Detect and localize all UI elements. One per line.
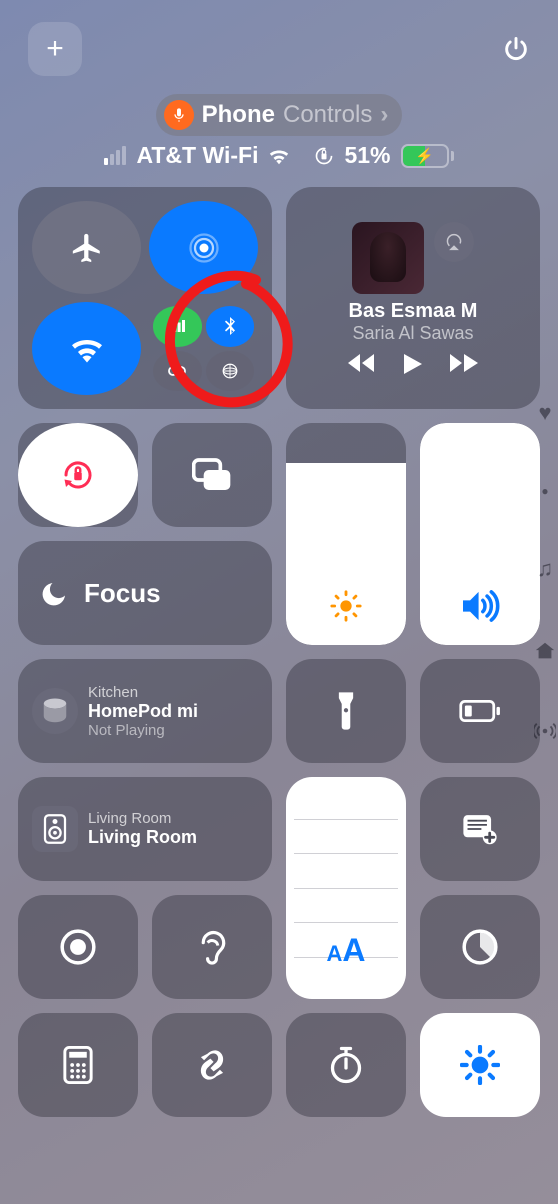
dot-icon: ●: [541, 484, 548, 498]
plus-icon: +: [46, 32, 64, 66]
timer-icon: [461, 928, 499, 966]
text-size-button[interactable]: AA: [286, 777, 406, 999]
calculator-button[interactable]: [18, 1013, 138, 1117]
power-icon: [502, 35, 530, 63]
focus-button[interactable]: Focus: [18, 541, 272, 645]
flashlight-button[interactable]: [286, 659, 406, 763]
battery-icon: ⚡: [401, 144, 454, 168]
appearance-button[interactable]: [420, 1013, 540, 1117]
mirroring-icon: [192, 458, 232, 492]
chevron-right-icon: ›: [380, 101, 388, 129]
speaker-location: Living Room: [88, 810, 197, 827]
media-artist: Saria Al Sawas: [352, 323, 473, 344]
pill-label-sub: Controls: [283, 101, 372, 129]
pill-label-main: Phone: [202, 101, 275, 129]
prev-button[interactable]: [348, 354, 376, 374]
add-control-button[interactable]: +: [28, 22, 82, 76]
shazam-button[interactable]: [152, 1013, 272, 1117]
home-icon: [534, 640, 556, 662]
flashlight-icon: [336, 692, 356, 730]
homepod-module[interactable]: Kitchen HomePod mi Not Playing: [18, 659, 272, 763]
record-icon: [59, 928, 97, 966]
airplay-icon: [444, 233, 464, 251]
lock-rotation-icon: [314, 146, 334, 166]
hotspot-icon: [153, 351, 202, 392]
music-icon: ♫: [537, 556, 554, 582]
sun-icon: [460, 1045, 500, 1085]
orientation-lock-button[interactable]: [18, 423, 138, 527]
wifi-button[interactable]: [32, 302, 141, 395]
quick-note-button[interactable]: [420, 777, 540, 881]
calculator-icon: [63, 1046, 93, 1084]
speaker-icon: [32, 806, 78, 852]
power-button[interactable]: [502, 35, 530, 63]
shazam-icon: [193, 1046, 231, 1084]
mic-icon: [164, 100, 194, 130]
homepod-status: Not Playing: [88, 722, 198, 739]
screen-record-button[interactable]: [18, 895, 138, 999]
signal-icon: [104, 146, 126, 165]
next-button[interactable]: [450, 354, 478, 374]
brightness-slider[interactable]: [286, 423, 406, 645]
screen-mirroring-button[interactable]: [152, 423, 272, 527]
dynamic-island-pill[interactable]: Phone Controls ›: [156, 94, 403, 136]
battery-pct: 51%: [344, 142, 390, 169]
sun-icon: [329, 589, 363, 623]
wifi-status-icon: [268, 147, 290, 165]
airdrop-icon: [186, 230, 222, 266]
hearing-icon: [197, 928, 227, 966]
page-indicator[interactable]: ♥ ● ♫: [534, 400, 556, 742]
focus-label: Focus: [84, 578, 161, 609]
speaker-name: Living Room: [88, 827, 197, 848]
stopwatch-icon: [328, 1045, 364, 1085]
album-art: [352, 222, 424, 294]
satellite-icon: [206, 351, 255, 392]
text-size-icon: AA: [327, 932, 366, 969]
connectivity-module[interactable]: [18, 187, 272, 409]
airplane-mode-button[interactable]: [32, 201, 141, 294]
moon-icon: [40, 578, 70, 608]
low-power-button[interactable]: [420, 659, 540, 763]
status-bar: AT&T Wi-Fi 51% ⚡: [0, 142, 558, 169]
play-button[interactable]: [404, 354, 422, 374]
battery-icon: [459, 700, 501, 722]
airplay-button[interactable]: [434, 222, 474, 262]
hearing-button[interactable]: [152, 895, 272, 999]
broadcast-icon: [534, 720, 556, 742]
timer-button[interactable]: [420, 895, 540, 999]
heart-icon: ♥: [538, 400, 551, 426]
quick-note-icon: [462, 813, 498, 845]
carrier-label: AT&T Wi-Fi: [136, 142, 258, 169]
lock-rotation-icon: [60, 457, 96, 493]
homepod-name: HomePod mi: [88, 701, 198, 722]
stopwatch-button[interactable]: [286, 1013, 406, 1117]
wifi-icon: [69, 334, 105, 364]
cellular-icon: [153, 306, 202, 347]
volume-slider[interactable]: [420, 423, 540, 645]
homepod-location: Kitchen: [88, 684, 198, 701]
airplane-icon: [70, 231, 104, 265]
volume-icon: [460, 589, 500, 623]
homepod-icon: [32, 688, 78, 734]
bluetooth-icon: [206, 306, 255, 347]
more-connectivity-button[interactable]: [149, 302, 258, 395]
media-title: Bas Esmaa M: [349, 300, 478, 323]
speaker-module[interactable]: Living Room Living Room: [18, 777, 272, 881]
media-module[interactable]: Bas Esmaa M Saria Al Sawas: [286, 187, 540, 409]
airdrop-button[interactable]: [149, 201, 258, 294]
